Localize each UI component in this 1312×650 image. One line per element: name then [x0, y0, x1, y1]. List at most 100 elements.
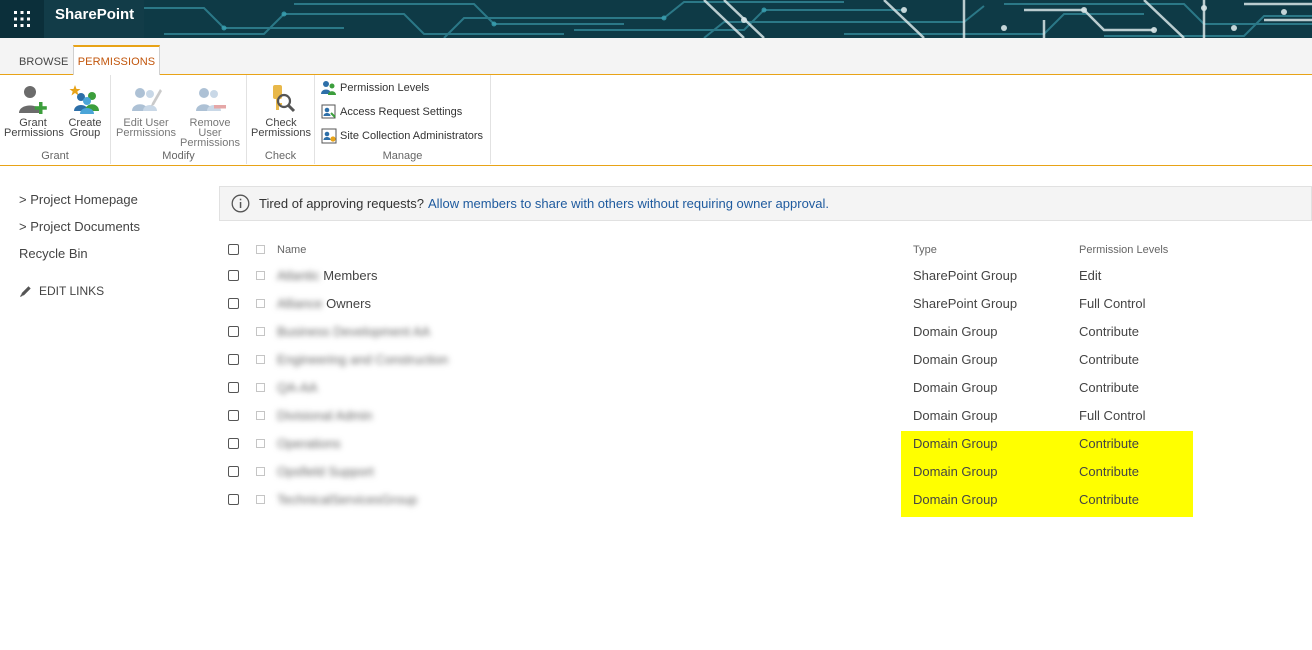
row-item-checkbox[interactable] [256, 271, 265, 280]
remove-user-permissions-label-2: Permissions [180, 137, 240, 149]
table-header-row: Name Type Permission Levels [226, 236, 1226, 264]
grant-permissions-button[interactable]: Grant Permissions [4, 83, 64, 139]
ribbon-group-grant: Grant Permissions Create Group Grant [0, 75, 111, 164]
grant-permissions-label-2: Permissions [4, 127, 64, 139]
row-name[interactable]: QA-AA [277, 380, 317, 395]
row-name-suffix: Members [323, 268, 378, 283]
select-all-checkbox[interactable] [228, 244, 239, 255]
row-name-blurred: Engineering and Construction [277, 352, 449, 367]
site-collection-admins-button[interactable]: Site Collection Administrators [321, 128, 483, 144]
info-icon [231, 194, 250, 213]
row-item-checkbox[interactable] [256, 355, 265, 364]
check-permissions-icon [273, 85, 296, 113]
row-name[interactable]: TechnicalServicesGroup [277, 492, 417, 507]
row-checkbox[interactable] [228, 466, 239, 477]
header-item-checkbox[interactable] [256, 245, 265, 254]
check-permissions-button[interactable]: Check Permissions [251, 83, 311, 139]
row-checkbox[interactable] [228, 410, 239, 421]
row-item-checkbox[interactable] [256, 495, 265, 504]
row-permission: Contribute [1079, 380, 1139, 395]
row-checkbox[interactable] [228, 298, 239, 309]
row-name[interactable]: Atlantic Members [277, 268, 377, 283]
row-item-checkbox[interactable] [256, 299, 265, 308]
access-request-settings-button[interactable]: Access Request Settings [321, 104, 462, 120]
nav-item-project-homepage[interactable]: > Project Homepage [19, 190, 199, 217]
edit-links-button[interactable]: EDIT LINKS [19, 284, 199, 298]
row-item-checkbox[interactable] [256, 383, 265, 392]
permission-levels-button[interactable]: Permission Levels [321, 80, 429, 96]
edit-user-permissions-button[interactable]: Edit User Permissions [115, 83, 177, 139]
create-group-button[interactable]: Create Group [66, 83, 104, 139]
grant-permissions-icon [19, 86, 47, 114]
row-name-blurred: Atlantic [277, 268, 320, 283]
table-row[interactable]: Atlantic Members SharePoint Group Edit [226, 262, 1226, 290]
row-checkbox[interactable] [228, 438, 239, 449]
table-row[interactable]: Engineering and Construction Domain Grou… [226, 346, 1226, 374]
create-group-icon [69, 85, 99, 114]
table-row[interactable]: QA-AA Domain Group Contribute [226, 374, 1226, 402]
row-type: Domain Group [913, 352, 998, 367]
row-type: Domain Group [913, 436, 998, 451]
row-name-blurred: Alliance [277, 296, 323, 311]
row-name-blurred: Opsfield Support [277, 464, 374, 479]
row-name[interactable]: Divisional Admin [277, 408, 372, 423]
row-type: SharePoint Group [913, 268, 1018, 283]
allow-members-share-link[interactable]: Allow members to share with others witho… [428, 196, 829, 211]
table-row[interactable]: Divisional Admin Domain Group Full Contr… [226, 402, 1226, 430]
remove-user-permissions-label-1: Remove User [189, 117, 231, 139]
row-permission: Contribute [1079, 324, 1139, 339]
ribbon-tab-row: BROWSE PERMISSIONS [0, 38, 1312, 75]
row-type: Domain Group [913, 408, 998, 423]
row-name[interactable]: Operations [277, 436, 341, 451]
row-name[interactable]: Alliance Owners [277, 296, 371, 311]
site-collection-admins-icon [321, 128, 337, 144]
pencil-icon [20, 285, 31, 297]
row-permission: Contribute [1079, 436, 1139, 451]
row-type: Domain Group [913, 380, 998, 395]
row-checkbox[interactable] [228, 326, 239, 337]
row-checkbox[interactable] [228, 270, 239, 281]
row-item-checkbox[interactable] [256, 327, 265, 336]
circuit-banner-image [144, 0, 1312, 38]
table-row[interactable]: Business Development AA Domain Group Con… [226, 318, 1226, 346]
row-item-checkbox[interactable] [256, 439, 265, 448]
remove-user-permissions-button[interactable]: Remove User Permissions [177, 83, 243, 149]
table-row[interactable]: TechnicalServicesGroup Domain Group Cont… [226, 486, 1226, 514]
row-type: Domain Group [913, 324, 998, 339]
app-launcher-button[interactable] [0, 0, 44, 38]
row-checkbox[interactable] [228, 382, 239, 393]
column-header-type[interactable]: Type [913, 244, 937, 256]
row-permission: Contribute [1079, 352, 1139, 367]
nav-item-recycle-bin[interactable]: Recycle Bin [19, 244, 199, 271]
table-row[interactable]: Opsfield Support Domain Group Contribute [226, 458, 1226, 486]
row-name-blurred: Operations [277, 436, 341, 451]
row-name-blurred: QA-AA [277, 380, 318, 395]
row-name[interactable]: Opsfield Support [277, 464, 374, 479]
column-header-permission-levels[interactable]: Permission Levels [1079, 244, 1168, 256]
row-item-checkbox[interactable] [256, 467, 265, 476]
ribbon-group-grant-label: Grant [41, 150, 69, 162]
row-name[interactable]: Business Development AA [277, 324, 430, 339]
sharepoint-brand-link[interactable]: SharePoint [44, 0, 144, 38]
table-row[interactable]: Alliance Owners SharePoint Group Full Co… [226, 290, 1226, 318]
ribbon-group-manage-label: Manage [382, 150, 423, 162]
row-item-checkbox[interactable] [256, 411, 265, 420]
row-checkbox[interactable] [228, 354, 239, 365]
ribbon-group-modify: Edit User Permissions Remove User Permis… [111, 75, 247, 164]
create-group-label-2: Group [69, 127, 101, 139]
table-row[interactable]: Operations Domain Group Contribute [226, 430, 1226, 458]
waffle-icon [14, 11, 30, 27]
column-header-name[interactable]: Name [277, 244, 306, 256]
row-name[interactable]: Engineering and Construction [277, 352, 448, 367]
access-request-settings-label: Access Request Settings [340, 106, 463, 118]
tab-permissions[interactable]: PERMISSIONS [73, 45, 160, 75]
row-name-suffix: Owners [326, 296, 371, 311]
edit-links-label: EDIT LINKS [39, 284, 105, 298]
nav-item-project-documents[interactable]: > Project Documents [19, 217, 199, 244]
check-permissions-label-2: Permissions [251, 127, 311, 139]
ribbon-group-manage: Permission Levels Access Request Setting… [315, 75, 491, 164]
row-checkbox[interactable] [228, 494, 239, 505]
tab-browse[interactable]: BROWSE [19, 56, 69, 68]
row-name-blurred: Business Development AA [277, 324, 431, 339]
row-name-blurred: Divisional Admin [277, 408, 373, 423]
